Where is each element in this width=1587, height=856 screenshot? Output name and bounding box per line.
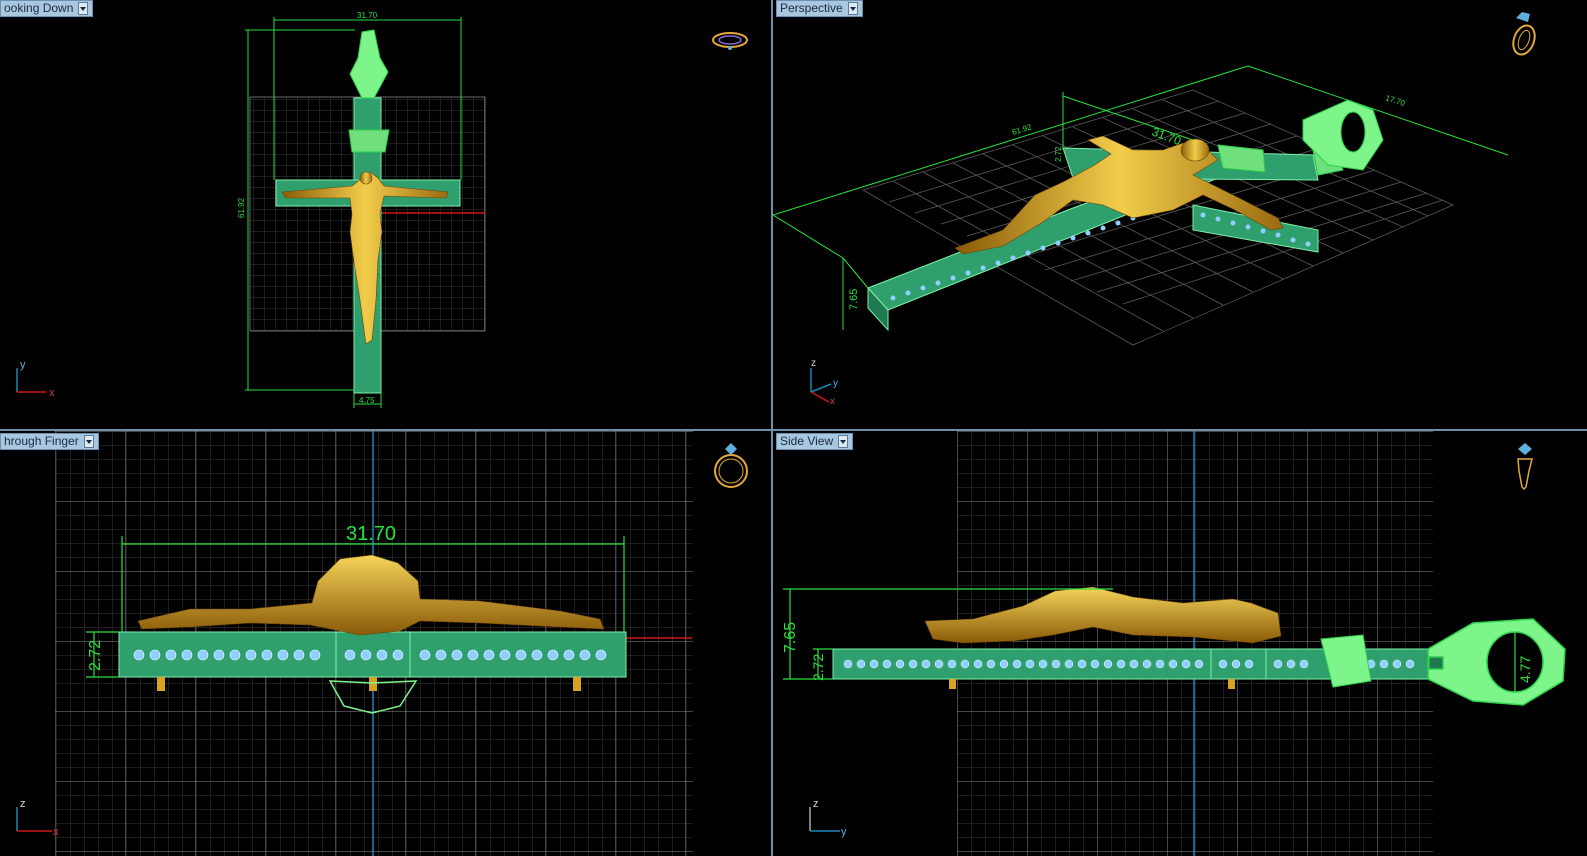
ring-icon[interactable] <box>1509 12 1538 58</box>
viewport-side-view[interactable]: 7.65 2.72 4.77 z y Side View <box>773 431 1587 856</box>
dim-height-label: 7.65 <box>848 289 860 310</box>
viewport-label-through-finger[interactable]: hrough Finger <box>0 433 99 450</box>
bail-shape <box>349 29 389 99</box>
dim-small-label: 2.72 <box>1054 146 1063 162</box>
dim-height-label: 7.65 <box>782 622 799 653</box>
dim-bail-label: 17.70 <box>1384 93 1406 108</box>
chevron-down-icon[interactable] <box>847 2 858 15</box>
axis-triad: z x <box>16 798 59 838</box>
viewport-label-side-view[interactable]: Side View <box>776 433 854 450</box>
dim-bottom-label: 4.75 <box>359 396 375 405</box>
dim-height-label: 61.92 <box>237 197 246 218</box>
axis-triad: z y x <box>810 358 838 407</box>
chevron-down-icon[interactable] <box>83 435 94 448</box>
viewport-perspective[interactable]: 31.70 61.92 17.70 7.65 2.72 z y x Perspe… <box>773 0 1587 429</box>
viewport-label-text: Perspective <box>780 1 843 15</box>
bail-ring <box>1427 618 1566 706</box>
svg-text:x: x <box>830 396 835 407</box>
svg-text:y: y <box>20 359 26 371</box>
chevron-down-icon[interactable] <box>838 435 849 448</box>
svg-text:z: z <box>20 798 26 810</box>
viewport-label-text: ooking Down <box>4 1 74 15</box>
svg-text:x: x <box>49 387 55 399</box>
viewport-label-perspective[interactable]: Perspective <box>776 0 863 17</box>
svg-text:z: z <box>811 358 816 369</box>
dim-height-label: 2.72 <box>87 640 104 671</box>
svg-text:y: y <box>833 378 838 389</box>
dim-width-label: 31.70 <box>357 11 378 20</box>
chevron-down-icon[interactable] <box>78 2 89 15</box>
perspective-canvas: 31.70 61.92 17.70 7.65 2.72 z y x <box>773 12 1538 407</box>
dim-width-label: 31.70 <box>346 523 396 545</box>
viewport-divider-horizontal[interactable] <box>0 429 1587 431</box>
ring-icon[interactable] <box>1517 443 1533 491</box>
viewport-label-text: Side View <box>780 434 834 448</box>
viewport-label-looking-down[interactable]: ooking Down <box>0 0 94 17</box>
svg-text:y: y <box>841 826 847 838</box>
side-view-canvas: 7.65 2.72 4.77 z y <box>782 431 1566 856</box>
svg-text:z: z <box>813 798 819 810</box>
svg-text:x: x <box>53 826 59 838</box>
viewport-label-text: hrough Finger <box>4 434 79 448</box>
dim-small-label: 2.72 <box>810 654 826 681</box>
inscription-plate <box>348 129 390 153</box>
ring-icon[interactable] <box>712 32 748 50</box>
viewport-through-finger[interactable]: 31.70 2.72 z x hrough Finger <box>0 431 771 856</box>
viewport-looking-down[interactable]: 31.70 61.92 4.75 y x ooking Down <box>0 0 771 429</box>
inscription-plate <box>1217 144 1266 173</box>
viewport-divider-vertical[interactable] <box>771 0 773 856</box>
ring-icon[interactable] <box>714 443 748 488</box>
through-finger-canvas: 31.70 2.72 z x <box>16 431 748 856</box>
axis-triad: y x <box>16 359 55 399</box>
axis-triad: z y <box>809 798 847 838</box>
dim-width-label: 31.70 <box>1150 125 1183 149</box>
looking-down-canvas: 31.70 61.92 4.75 y x <box>16 11 748 408</box>
dim-ring-label: 4.77 <box>1517 656 1533 683</box>
